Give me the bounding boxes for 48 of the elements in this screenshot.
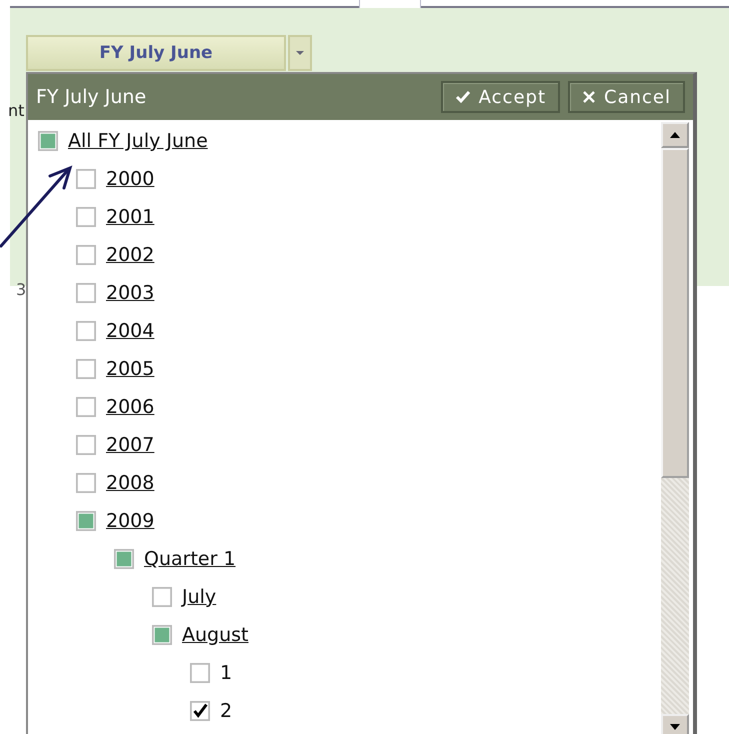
dropdown-button[interactable]: FY July June [26, 35, 286, 71]
checkbox[interactable] [114, 549, 134, 569]
tree-item-label: 2 [220, 700, 232, 722]
down-triangle-icon [669, 723, 681, 731]
checkmark-icon [454, 90, 471, 104]
checkbox[interactable] [76, 207, 96, 227]
scroll-up-button[interactable] [661, 122, 689, 148]
tree-item-link[interactable]: August [182, 624, 248, 646]
checkbox[interactable] [38, 131, 58, 151]
checkbox[interactable] [152, 587, 172, 607]
checkbox[interactable] [76, 359, 96, 379]
tree-item-link[interactable]: 2006 [106, 396, 154, 418]
tree-item-link[interactable]: 2001 [106, 206, 154, 228]
tree-item-link[interactable]: July [182, 586, 216, 608]
caret-down-icon [295, 50, 305, 56]
checkbox[interactable] [76, 283, 96, 303]
cut-off-text: nt [8, 101, 24, 120]
tree-item-link[interactable]: 2008 [106, 472, 154, 494]
cancel-button[interactable]: Cancel [568, 81, 685, 113]
close-icon [582, 90, 596, 104]
checkbox[interactable] [190, 701, 210, 721]
checkbox[interactable] [76, 245, 96, 265]
scroll-down-button[interactable] [661, 714, 689, 734]
tree-item-link[interactable]: 2005 [106, 358, 154, 380]
accept-button[interactable]: Accept [440, 81, 560, 113]
tree-item-label: 1 [220, 662, 232, 684]
dropdown-arrow-button[interactable] [288, 35, 312, 71]
cut-off-text: 3 [16, 280, 26, 299]
tree-item-link[interactable]: 2003 [106, 282, 154, 304]
checkbox[interactable] [76, 435, 96, 455]
checkbox[interactable] [76, 473, 96, 493]
tree-item-link[interactable]: 2009 [106, 510, 154, 532]
checkbox[interactable] [76, 511, 96, 531]
tree-item-link[interactable]: 2007 [106, 434, 154, 456]
scroll-thumb[interactable] [661, 148, 689, 478]
up-triangle-icon [669, 131, 681, 139]
checkbox[interactable] [76, 397, 96, 417]
checkbox[interactable] [152, 625, 172, 645]
checkbox[interactable] [76, 321, 96, 341]
checkbox[interactable] [190, 663, 210, 683]
tree-item-link[interactable]: 2004 [106, 320, 154, 342]
scrollbar[interactable] [661, 122, 689, 734]
tree-item-link[interactable]: 2002 [106, 244, 154, 266]
popup-title: FY July June [36, 86, 148, 108]
tree-item-link[interactable]: Quarter 1 [144, 548, 236, 570]
tree-item-link[interactable]: All FY July June [68, 130, 208, 152]
checkbox[interactable] [76, 169, 96, 189]
tree-item-link[interactable]: 2000 [106, 168, 154, 190]
